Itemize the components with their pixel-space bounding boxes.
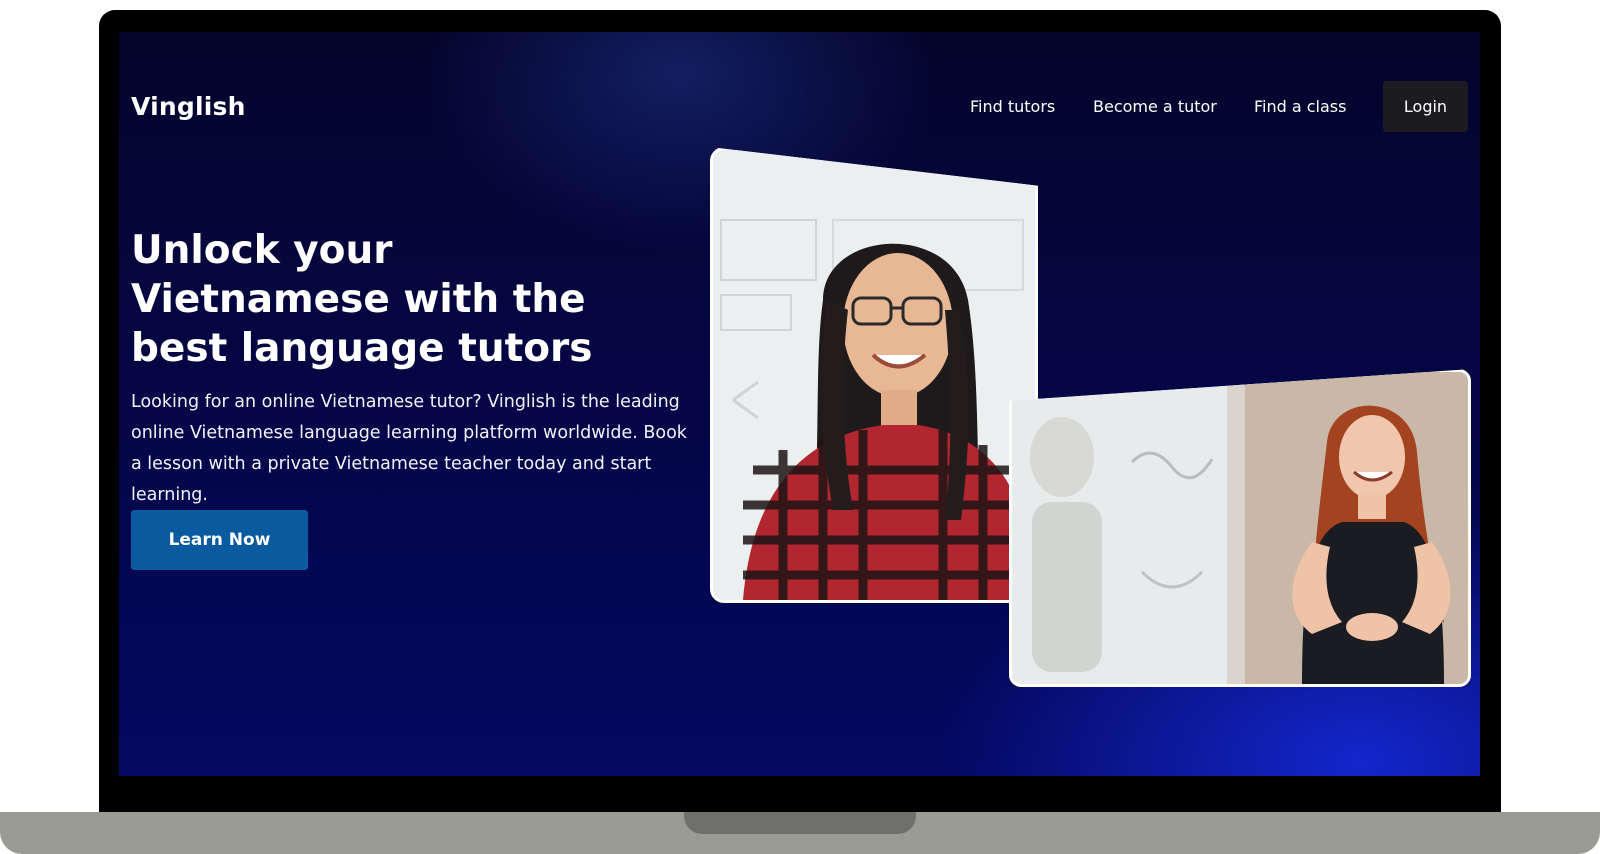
tutor-photo-woman-whiteboard bbox=[1009, 369, 1471, 687]
nav-link-find-tutors[interactable]: Find tutors bbox=[970, 97, 1055, 116]
nav-link-find-a-class[interactable]: Find a class bbox=[1254, 97, 1346, 116]
laptop-base-notch bbox=[684, 812, 916, 834]
website-screen: Vinglish Find tutors Become a tutor Find… bbox=[119, 32, 1480, 776]
laptop-base bbox=[0, 812, 1600, 854]
laptop-frame: Vinglish Find tutors Become a tutor Find… bbox=[99, 10, 1501, 823]
nav-link-become-a-tutor[interactable]: Become a tutor bbox=[1093, 97, 1217, 116]
hero-description: Looking for an online Vietnamese tutor? … bbox=[131, 392, 687, 505]
hero-title: Unlock your Vietnamese with the best lan… bbox=[131, 228, 593, 371]
login-button[interactable]: Login bbox=[1383, 81, 1468, 132]
tutor-photo-woman-glasses-illustration bbox=[713, 150, 1035, 600]
learn-now-button[interactable]: Learn Now bbox=[131, 510, 308, 570]
brand-logo[interactable]: Vinglish bbox=[131, 92, 246, 121]
tutor-photo-woman-glasses bbox=[710, 147, 1038, 603]
tutor-photo-woman-whiteboard-illustration bbox=[1012, 372, 1468, 684]
